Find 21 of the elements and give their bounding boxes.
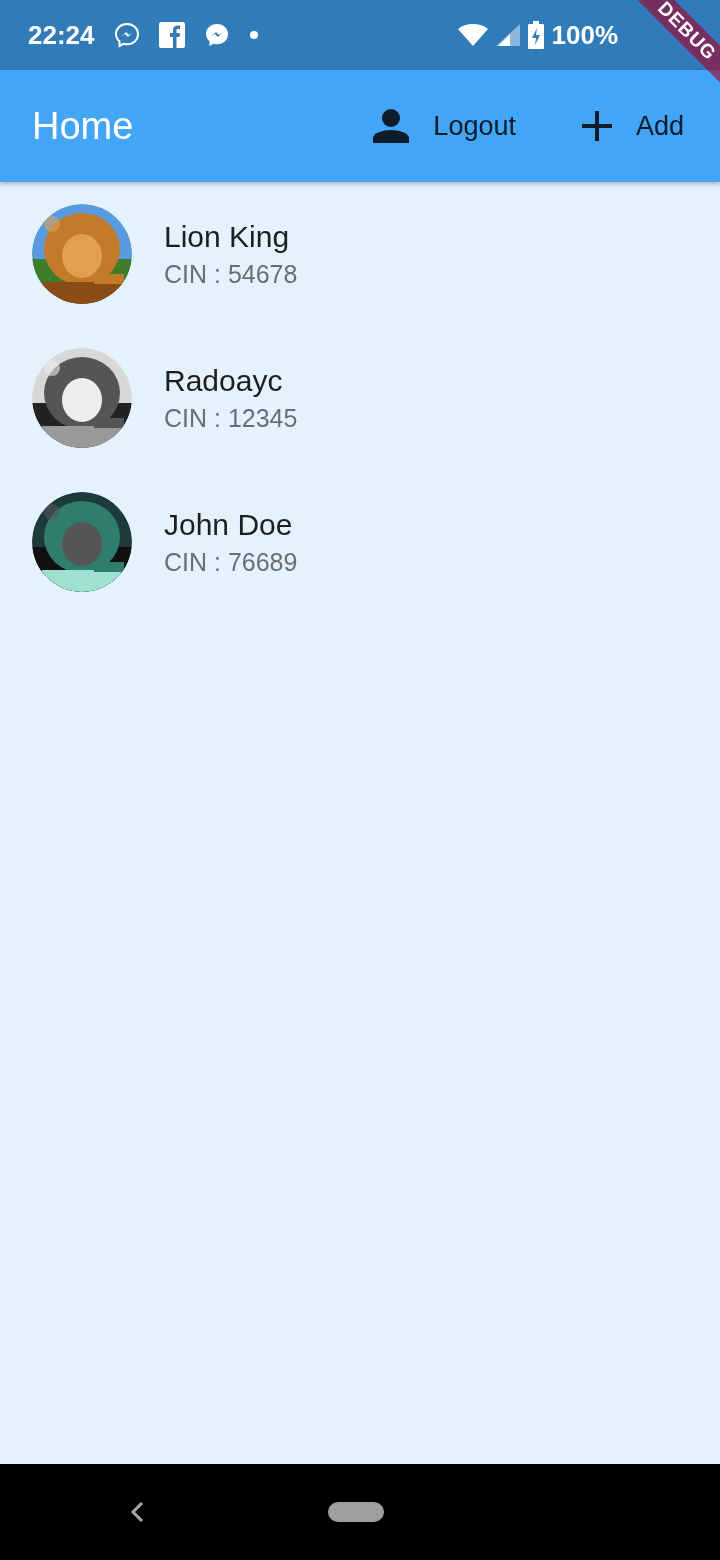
battery-level: 100% [551, 19, 618, 51]
plus-icon [581, 111, 612, 141]
dot-icon [248, 30, 259, 40]
messenger-icon [112, 21, 141, 49]
person-cin: CIN : 76689 [164, 547, 298, 577]
back-icon[interactable] [130, 1501, 146, 1523]
person-cin: CIN : 54678 [164, 259, 298, 289]
clock: 22:24 [28, 19, 95, 51]
person-cin: CIN : 12345 [164, 403, 298, 433]
logout-button[interactable]: Logout [373, 103, 516, 149]
person-name: Radoayc [164, 363, 284, 398]
wifi-icon [457, 24, 488, 46]
person-name: John Doe [164, 507, 294, 542]
facebook-icon [158, 22, 185, 48]
battery-icon [527, 21, 544, 49]
add-button[interactable]: Add [581, 103, 684, 149]
signal-icon [495, 24, 520, 46]
person-icon [373, 109, 410, 143]
person-name: Lion King [164, 219, 291, 254]
home-pill-icon[interactable] [328, 1502, 384, 1522]
app-title: Home [32, 104, 134, 148]
